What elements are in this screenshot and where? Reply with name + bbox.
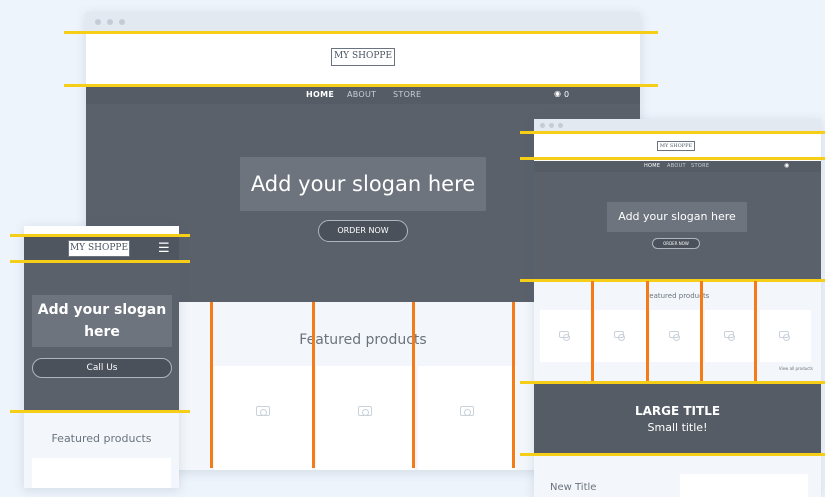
mobile-header: MY SHOPPE ☰ (24, 236, 179, 262)
guide-line (754, 281, 757, 381)
nav-store[interactable]: STORE (691, 163, 709, 169)
new-title: New Title (550, 482, 597, 493)
site-logo[interactable]: MY SHOPPE (657, 141, 695, 151)
nav-about[interactable]: ABOUT (667, 163, 686, 169)
image-placeholder-icon (358, 406, 372, 416)
mobile-mockup: MY SHOPPE ☰ Add your slogan here Call Us… (24, 226, 179, 488)
nav-home[interactable]: HOME (306, 90, 334, 99)
guide-line (591, 281, 594, 381)
image-placeholder-icon (669, 331, 680, 341)
order-now-button[interactable]: ORDER NOW (652, 238, 700, 249)
tablet-hero: Add your slogan here ORDER NOW (534, 172, 821, 280)
main-nav: HOME ABOUT STORE ◉ 0 (86, 86, 640, 104)
guide-line (520, 453, 825, 456)
guide-line (512, 302, 515, 468)
view-all-products-link[interactable]: View all products (779, 366, 813, 371)
window-dot (95, 19, 101, 25)
product-card[interactable] (760, 310, 811, 362)
tablet-nav: HOME ABOUT STORE ◉ (534, 161, 821, 172)
image-placeholder-icon (614, 331, 625, 341)
image-placeholder-icon (460, 406, 474, 416)
mobile-featured-heading: Featured products (51, 432, 152, 445)
window-dot (107, 19, 113, 25)
guide-line (412, 302, 415, 468)
guide-line (312, 302, 315, 468)
hero-slogan: Add your slogan here (240, 157, 486, 211)
image-placeholder-icon (779, 331, 790, 341)
guide-line (10, 410, 190, 413)
call-us-button[interactable]: Call Us (32, 358, 172, 378)
tablet-featured-heading: Featured products (645, 292, 710, 300)
product-card[interactable] (540, 310, 591, 362)
nav-about[interactable]: ABOUT (347, 90, 376, 99)
site-logo[interactable]: MY SHOPPE (331, 48, 395, 66)
tablet-slogan: Add your slogan here (607, 202, 747, 232)
content-card (680, 474, 808, 497)
guide-line (520, 131, 825, 134)
cart-icon[interactable]: ◉ (784, 162, 790, 169)
hamburger-menu-icon[interactable]: ☰ (158, 242, 170, 255)
new-title-section: New Title (534, 456, 821, 497)
guide-line (210, 302, 213, 468)
cart-count: 0 (564, 90, 570, 99)
image-placeholder-icon (559, 331, 570, 341)
cart-icon[interactable]: ◉ (554, 89, 561, 98)
large-title: LARGE TITLE (634, 404, 721, 418)
large-title-section: LARGE TITLE Small title! (534, 384, 821, 456)
order-now-button[interactable]: ORDER NOW (318, 220, 408, 242)
product-card[interactable] (418, 366, 516, 470)
image-placeholder-icon (724, 331, 735, 341)
guide-line (520, 279, 825, 282)
product-card[interactable] (214, 366, 312, 470)
guide-line (520, 381, 825, 384)
mobile-slogan: Add your slogan here (32, 295, 172, 347)
guide-line (10, 234, 190, 237)
site-logo[interactable]: MY SHOPPE (68, 240, 130, 257)
window-dot (119, 19, 125, 25)
guide-line (646, 281, 649, 381)
nav-home[interactable]: HOME (644, 163, 660, 169)
tablet-mockup: MY SHOPPE HOME ABOUT STORE ◉ Add your sl… (534, 119, 821, 497)
mobile-featured-section: Featured products (24, 412, 179, 488)
guide-line (700, 281, 703, 381)
guide-line (10, 260, 190, 263)
product-card[interactable] (595, 310, 646, 362)
tablet-featured-section: Featured products View all products (534, 280, 821, 384)
nav-store[interactable]: STORE (393, 90, 421, 99)
guide-line (64, 84, 658, 87)
window-dot (549, 123, 554, 128)
guide-line (520, 157, 825, 160)
product-card[interactable] (316, 366, 414, 470)
window-dot (558, 123, 563, 128)
product-card[interactable] (650, 310, 701, 362)
mobile-hero: Add your slogan here Call Us (24, 262, 179, 412)
window-dot (540, 123, 545, 128)
browser-chrome (86, 12, 640, 32)
guide-line (64, 31, 658, 34)
product-card[interactable] (32, 458, 171, 488)
image-placeholder-icon (256, 406, 270, 416)
small-title: Small title! (647, 421, 708, 434)
product-card[interactable] (705, 310, 756, 362)
